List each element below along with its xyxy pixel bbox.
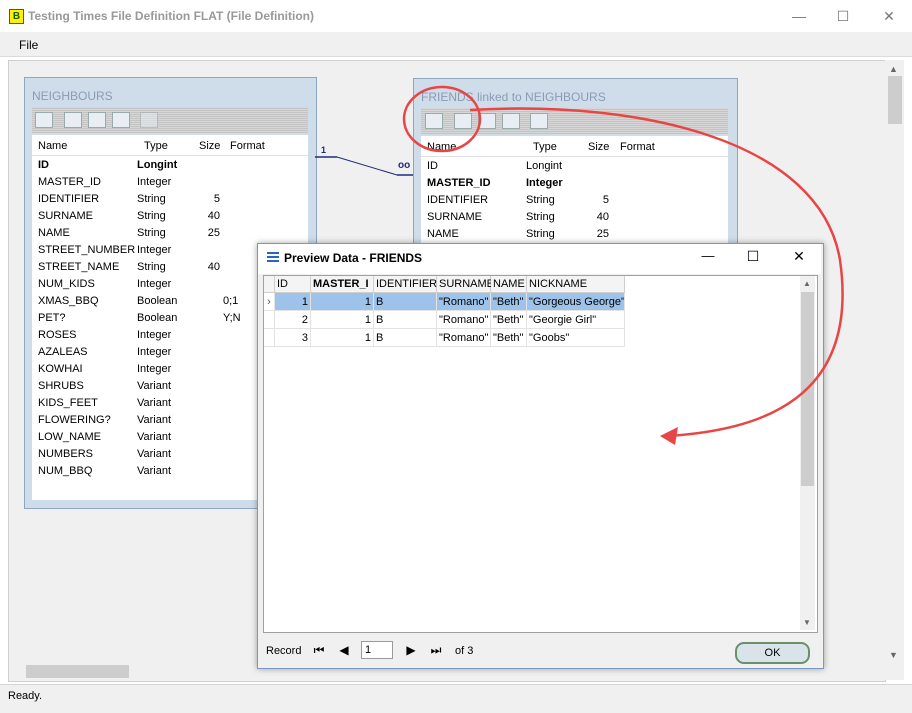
annotation-overlay xyxy=(402,85,844,445)
status-text: Ready. xyxy=(8,690,43,702)
highlight-circle-annotation xyxy=(402,85,482,153)
arrow-head-annotation xyxy=(660,427,678,445)
status-bar xyxy=(0,684,912,713)
curved-arrow-annotation xyxy=(469,107,844,438)
